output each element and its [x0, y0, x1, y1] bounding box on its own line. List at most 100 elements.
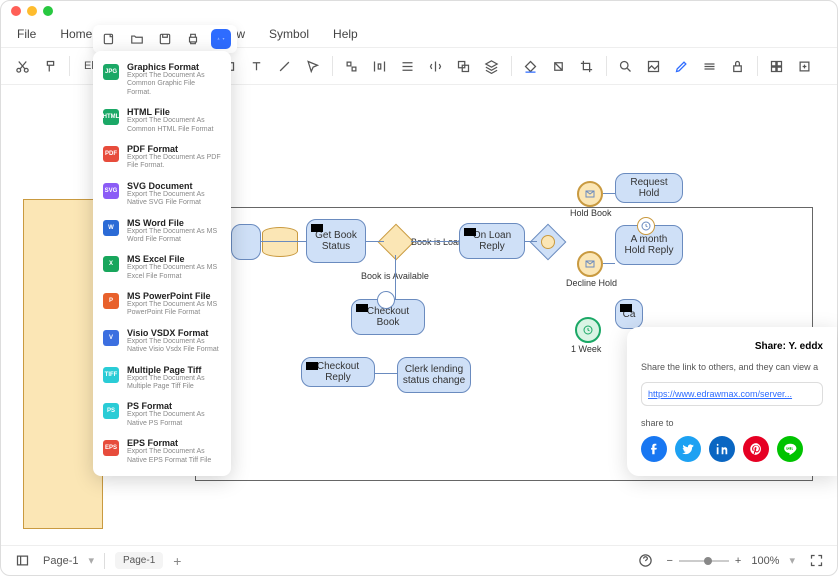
node-checkout-reply[interactable]: Checkout Reply: [301, 357, 375, 387]
facebook-icon[interactable]: [641, 436, 667, 462]
search-icon[interactable]: [615, 55, 637, 77]
message-event-hold-icon[interactable]: [577, 181, 603, 207]
print-icon[interactable]: [183, 29, 203, 49]
line-tool-icon[interactable]: [274, 55, 296, 77]
export-option-title: EPS Format: [127, 438, 221, 448]
connector: [411, 241, 459, 242]
format-badge-icon: TIFF: [103, 367, 119, 383]
message-event-decline-icon[interactable]: [577, 251, 603, 277]
export-option-subtitle: Export The Document As MS Excel File For…: [127, 264, 221, 281]
menu-file[interactable]: File: [17, 27, 36, 41]
close-window-button[interactable]: [11, 6, 21, 16]
format-badge-icon: V: [103, 330, 119, 346]
export-option-graphics-format[interactable]: JPGGraphics FormatExport The Document As…: [93, 57, 231, 102]
flip-icon[interactable]: [425, 55, 447, 77]
pointer-icon[interactable]: [302, 55, 324, 77]
format-badge-icon: SVG: [103, 183, 119, 199]
twitter-icon[interactable]: [675, 436, 701, 462]
node-partial[interactable]: [231, 224, 261, 260]
distribute-v-icon[interactable]: [397, 55, 419, 77]
add-page-button[interactable]: +: [173, 553, 181, 569]
crop-icon[interactable]: [576, 55, 598, 77]
export-option-ps-format[interactable]: PSPS FormatExport The Document As Native…: [93, 396, 231, 433]
export-option-visio-vsdx-format[interactable]: VVisio VSDX FormatExport The Document As…: [93, 323, 231, 360]
line-style-icon[interactable]: [699, 55, 721, 77]
node-on-loan-reply[interactable]: On Loan Reply: [459, 223, 525, 259]
page-selector[interactable]: Page-1: [43, 555, 78, 567]
fill-color-icon[interactable]: [520, 55, 542, 77]
export-dropdown: JPGGraphics FormatExport The Document As…: [93, 51, 231, 476]
share-to-label: share to: [641, 418, 823, 428]
export-option-ms-word-file[interactable]: WMS Word FileExport The Document As MS W…: [93, 213, 231, 250]
export-option-pdf-format[interactable]: PDFPDF FormatExport The Document As PDF …: [93, 139, 231, 176]
size-icon[interactable]: [548, 55, 570, 77]
export-option-svg-document[interactable]: SVG SVG DocumentExport The Document As Na…: [93, 176, 231, 213]
menu-help[interactable]: Help: [333, 27, 358, 41]
zoom-out-button[interactable]: −: [666, 555, 672, 567]
grid-icon[interactable]: [766, 55, 788, 77]
zoom-level[interactable]: 100%: [751, 555, 779, 567]
status-bar: Page-1 ▾ Page-1 + − + 100% ▾: [1, 545, 837, 575]
export-option-title: SVG Document: [127, 181, 221, 191]
export-option-ms-powerpoint-file[interactable]: PMS PowerPoint FileExport The Document A…: [93, 286, 231, 323]
fill-icon[interactable]: [341, 55, 363, 77]
cut-icon[interactable]: [11, 55, 33, 77]
window-titlebar: [1, 1, 837, 21]
export-option-title: MS Word File: [127, 218, 221, 228]
page-layout-icon[interactable]: [11, 550, 33, 572]
line-icon[interactable]: [777, 436, 803, 462]
node-clerk-lending[interactable]: Clerk lending status change: [397, 357, 471, 393]
help-icon[interactable]: [634, 550, 656, 572]
node-request-hold[interactable]: Request Hold: [615, 173, 683, 203]
export-option-subtitle: Export The Document As PDF File Format.: [127, 154, 221, 171]
linkedin-icon[interactable]: [709, 436, 735, 462]
format-badge-icon: PS: [103, 403, 119, 419]
share-link-field[interactable]: https://www.edrawmax.com/server...: [641, 382, 823, 406]
text-tool-icon[interactable]: [246, 55, 268, 77]
distribute-h-icon[interactable]: [369, 55, 391, 77]
timer-event-week-icon[interactable]: [575, 317, 601, 343]
export-option-subtitle: Export The Document As Native SVG File F…: [127, 191, 221, 208]
datastore-icon[interactable]: [262, 227, 298, 257]
node-ca[interactable]: Ca: [615, 299, 643, 329]
image-icon[interactable]: [643, 55, 665, 77]
fullscreen-icon[interactable]: [805, 550, 827, 572]
event-checkout-icon[interactable]: [377, 291, 395, 309]
pinterest-icon[interactable]: [743, 436, 769, 462]
zoom-slider[interactable]: − +: [666, 555, 741, 567]
layers-icon[interactable]: [481, 55, 503, 77]
lock-icon[interactable]: [727, 55, 749, 77]
export-option-eps-format[interactable]: EPSEPS FormatExport The Document As Nati…: [93, 433, 231, 470]
menu-symbol[interactable]: Symbol: [269, 27, 309, 41]
new-file-icon[interactable]: [99, 29, 119, 49]
export-option-subtitle: Export The Document As Native EPS Format…: [127, 448, 221, 465]
open-folder-icon[interactable]: [127, 29, 147, 49]
node-get-book-status[interactable]: Get Book Status: [306, 219, 366, 263]
export-option-title: Visio VSDX Format: [127, 328, 221, 338]
share-title: Share: Y. eddx: [641, 341, 823, 352]
minimize-window-button[interactable]: [27, 6, 37, 16]
connector: [603, 193, 615, 194]
zoom-in-button[interactable]: +: [735, 555, 741, 567]
connector: [603, 263, 615, 264]
export-option-subtitle: Export The Document As Common Graphic Fi…: [127, 72, 221, 97]
export-option-ms-excel-file[interactable]: XMS Excel FileExport The Document As MS …: [93, 249, 231, 286]
format-painter-icon[interactable]: [39, 55, 61, 77]
more-icon[interactable]: [794, 55, 816, 77]
connector: [525, 241, 537, 242]
gateway-marker-icon: [541, 235, 555, 249]
timer-event-month-icon[interactable]: [637, 217, 655, 235]
maximize-window-button[interactable]: [43, 6, 53, 16]
save-icon[interactable]: [155, 29, 175, 49]
export-option-subtitle: Export The Document As Multiple Page Tif…: [127, 375, 221, 392]
group-icon[interactable]: [453, 55, 475, 77]
pen-icon[interactable]: [671, 55, 693, 77]
menu-view[interactable]: w: [236, 27, 245, 41]
export-option-title: PS Format: [127, 401, 221, 411]
export-option-multiple-page-tiff[interactable]: TIFFMultiple Page TiffExport The Documen…: [93, 360, 231, 397]
page-tab[interactable]: Page-1: [115, 552, 163, 569]
export-option-html-file[interactable]: HTMLHTML FileExport The Document As Comm…: [93, 102, 231, 139]
export-button[interactable]: [211, 29, 231, 49]
menu-home[interactable]: Home: [60, 27, 92, 41]
swimlane[interactable]: [23, 199, 103, 529]
